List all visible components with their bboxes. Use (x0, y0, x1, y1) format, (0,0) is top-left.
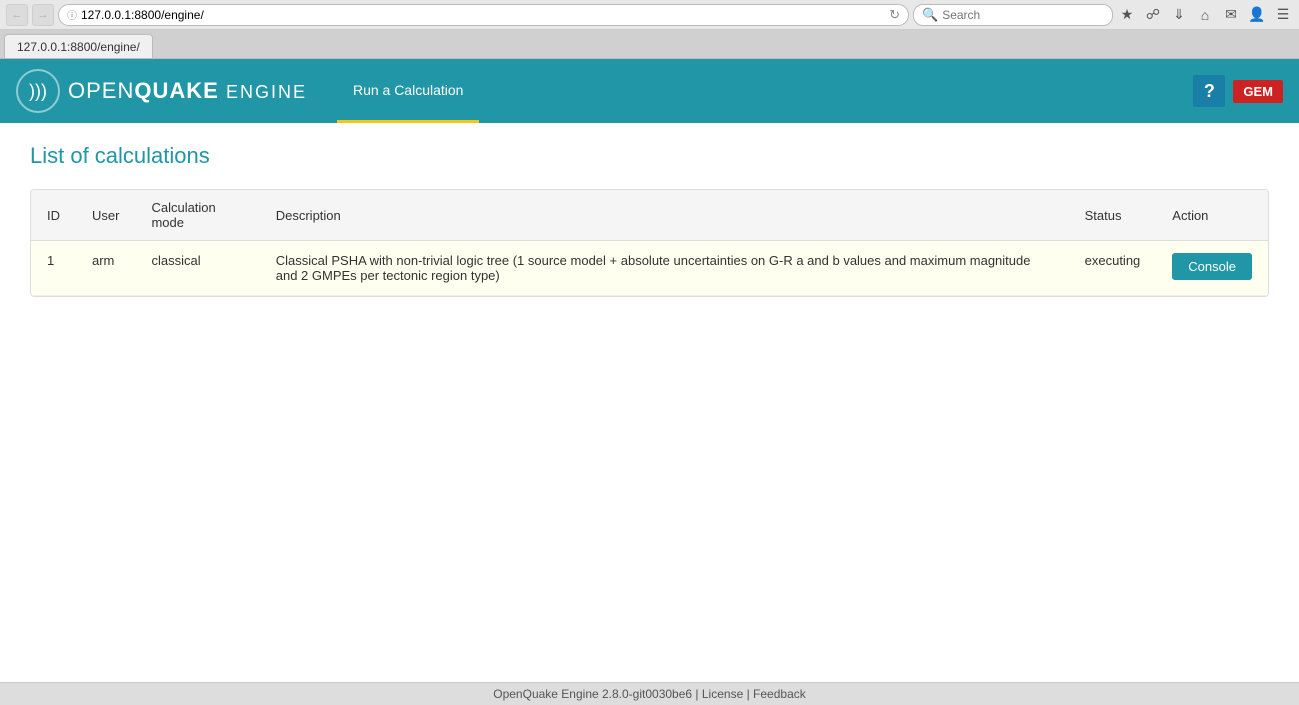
feedback-link[interactable]: Feedback (753, 687, 806, 701)
cell-mode: classical (135, 241, 259, 296)
help-button[interactable]: ? (1193, 75, 1225, 107)
footer: OpenQuake Engine 2.8.0-git0030be6 | Lice… (0, 682, 1299, 705)
logo-text: OPENQUAKE ENGINE (68, 78, 307, 104)
license-link[interactable]: License (702, 687, 743, 701)
home-icon[interactable]: ⌂ (1195, 5, 1215, 25)
address-bar[interactable]: ⓘ ↻ (58, 4, 909, 26)
search-icon: 🔍 (922, 7, 938, 23)
logo-quake: QUAKE (134, 78, 218, 103)
user-icon[interactable]: 👤 (1247, 5, 1267, 25)
tab-bar: 127.0.0.1:8800/engine/ (0, 30, 1299, 58)
page-title: List of calculations (30, 143, 1269, 169)
shield-icon[interactable]: ✉ (1221, 5, 1241, 25)
gem-button[interactable]: GEM (1233, 80, 1283, 103)
logo-engine: ENGINE (226, 82, 307, 102)
browser-tab[interactable]: 127.0.0.1:8800/engine/ (4, 34, 153, 58)
col-header-action: Action (1156, 190, 1268, 241)
table-row: 1 arm classical Classical PSHA with non-… (31, 241, 1268, 296)
lock-icon: ⓘ (67, 7, 77, 22)
logo-open: OPEN (68, 78, 134, 103)
nav-tab-run-calculation[interactable]: Run a Calculation (337, 59, 480, 123)
calculations-table-wrapper: ID User Calculation mode Description Sta… (30, 189, 1269, 297)
search-bar[interactable]: 🔍 (913, 4, 1113, 26)
nav-tabs: Run a Calculation (337, 59, 480, 123)
search-input[interactable] (942, 8, 1104, 22)
cell-action: Console (1156, 241, 1268, 296)
url-input[interactable] (81, 8, 885, 22)
cell-description: Classical PSHA with non-trivial logic tr… (260, 241, 1069, 296)
col-header-user: User (76, 190, 135, 241)
console-button[interactable]: Console (1172, 253, 1252, 280)
forward-button[interactable]: → (32, 4, 54, 26)
toolbar-icons: ★ ☍ ⇓ ⌂ ✉ 👤 ☰ (1117, 5, 1293, 25)
col-header-mode: Calculation mode (135, 190, 259, 241)
cell-user: arm (76, 241, 135, 296)
cell-id: 1 (31, 241, 76, 296)
header-right: ? GEM (1193, 75, 1283, 107)
download-icon[interactable]: ⇓ (1169, 5, 1189, 25)
logo-icon: ))) (16, 69, 60, 113)
logo-area: ))) OPENQUAKE ENGINE (16, 69, 307, 113)
col-header-status: Status (1069, 190, 1157, 241)
app-header: ))) OPENQUAKE ENGINE Run a Calculation ?… (0, 59, 1299, 123)
bookmark-star-icon[interactable]: ★ (1117, 5, 1137, 25)
calculations-table: ID User Calculation mode Description Sta… (31, 190, 1268, 296)
col-header-id: ID (31, 190, 76, 241)
browser-chrome: ← → ⓘ ↻ 🔍 ★ ☍ ⇓ ⌂ ✉ 👤 ☰ 127.0.0.1:8800/e… (0, 0, 1299, 59)
back-button[interactable]: ← (6, 4, 28, 26)
footer-info: OpenQuake Engine 2.8.0-git0030be6 (493, 687, 692, 701)
browser-toolbar: ← → ⓘ ↻ 🔍 ★ ☍ ⇓ ⌂ ✉ 👤 ☰ (0, 0, 1299, 30)
col-header-description: Description (260, 190, 1069, 241)
cell-status: executing (1069, 241, 1157, 296)
menu-icon[interactable]: ☰ (1273, 5, 1293, 25)
main-content: List of calculations ID User Calculation… (0, 123, 1299, 703)
table-header-row: ID User Calculation mode Description Sta… (31, 190, 1268, 241)
refresh-button[interactable]: ↻ (889, 7, 900, 23)
reading-list-icon[interactable]: ☍ (1143, 5, 1163, 25)
